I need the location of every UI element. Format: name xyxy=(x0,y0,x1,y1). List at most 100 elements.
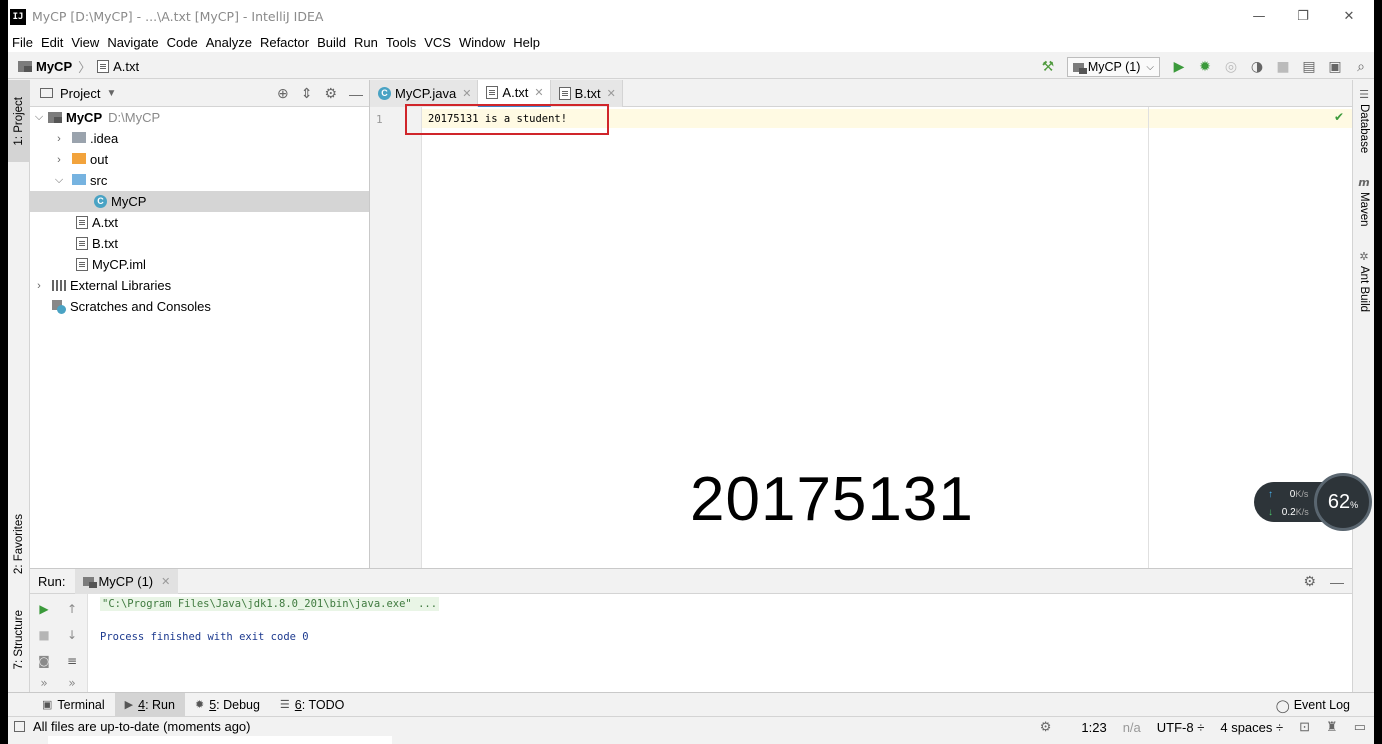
tool-window-toggle-icon[interactable] xyxy=(14,721,25,732)
search-icon[interactable]: ⌕ xyxy=(1348,59,1374,75)
database-tool-tab[interactable]: ☰ Database xyxy=(1353,88,1374,153)
structure-tool-tab[interactable]: 7: Structure xyxy=(8,598,30,682)
close-tab-icon[interactable]: ✕ xyxy=(607,87,616,100)
tab-b-txt[interactable]: B.txt ✕ xyxy=(550,80,623,107)
menu-vcs[interactable]: VCS xyxy=(420,35,455,50)
event-log-tab[interactable]: ◯ Event Log xyxy=(1276,693,1350,717)
locate-icon[interactable]: ⊕ xyxy=(277,85,289,102)
chevron-down-icon: ⌵ xyxy=(1146,61,1154,73)
hide-panel-icon[interactable]: — xyxy=(349,86,363,102)
console-output[interactable]: "C:\Program Files\Java\jdk1.8.0_201\bin\… xyxy=(100,597,440,643)
menu-view[interactable]: View xyxy=(67,35,103,50)
tree-item-label: MyCP xyxy=(111,194,147,209)
close-tab-icon[interactable]: ✕ xyxy=(534,86,543,99)
settings-gear-icon[interactable]: ⚙ xyxy=(1303,573,1316,590)
collapsed-arrow-icon[interactable]: › xyxy=(32,280,46,292)
ant-build-tool-tab[interactable]: ✲ Ant Build xyxy=(1353,250,1374,312)
hide-panel-icon[interactable]: — xyxy=(1330,574,1344,590)
collapsed-arrow-icon[interactable]: › xyxy=(52,133,66,145)
iml-file-icon xyxy=(76,258,88,271)
layout-icon[interactable]: ▣ xyxy=(1322,59,1348,75)
close-tab-icon[interactable]: ✕ xyxy=(161,575,170,588)
tab-mycp-java[interactable]: C MyCP.java ✕ xyxy=(370,80,479,107)
debug-tool-tab[interactable]: ✹ 5: Debug xyxy=(185,693,270,716)
tree-item-idea[interactable]: › .idea xyxy=(30,128,369,149)
tab-a-txt[interactable]: A.txt ✕ xyxy=(478,80,551,107)
run-panel-header: Run: MyCP (1) ✕ ⚙ — xyxy=(30,568,1352,594)
notifications-icon[interactable]: ▭ xyxy=(1354,719,1366,735)
menu-help[interactable]: Help xyxy=(509,35,544,50)
stop-icon[interactable]: ■ xyxy=(36,628,52,642)
inspector-hat-icon[interactable]: ♜ xyxy=(1326,719,1338,735)
menu-refactor[interactable]: Refactor xyxy=(256,35,313,50)
tree-item-a-txt[interactable]: A.txt xyxy=(30,212,369,233)
menu-navigate[interactable]: Navigate xyxy=(103,35,162,50)
project-tool-tab[interactable]: 1: Project xyxy=(8,80,30,162)
build-hammer-icon[interactable]: ⚒ xyxy=(1035,59,1061,75)
project-view-dropdown-icon[interactable]: ▼ xyxy=(106,88,116,99)
download-speed-unit: K/s xyxy=(1295,507,1309,517)
menu-tools[interactable]: Tools xyxy=(382,35,420,50)
run-tab-mycp[interactable]: MyCP (1) ✕ xyxy=(75,568,179,594)
tree-item-b-txt[interactable]: B.txt xyxy=(30,233,369,254)
todo-tool-tab[interactable]: ☰ 6: TODO xyxy=(270,693,354,716)
menu-file[interactable]: File xyxy=(8,35,37,50)
scroll-down-icon[interactable]: ↓ xyxy=(64,628,80,642)
expanded-arrow-icon[interactable]: ⌵ xyxy=(32,111,46,124)
close-button[interactable]: ✕ xyxy=(1326,0,1372,33)
collapsed-arrow-icon[interactable]: › xyxy=(52,154,66,166)
caret-position[interactable]: 1:23 xyxy=(1081,720,1106,735)
tree-item-mycp-class[interactable]: C MyCP xyxy=(30,191,369,212)
network-speed-widget[interactable]: ↑ 0K/s ↓ 0.2K/s 62% xyxy=(1254,473,1374,533)
stop-icon[interactable]: ■ xyxy=(1270,59,1296,75)
rerun-icon[interactable]: ▶ xyxy=(36,602,52,616)
maven-tool-tab[interactable]: m Maven xyxy=(1353,176,1374,227)
breadcrumb-project[interactable]: MyCP 〉 xyxy=(18,57,97,76)
tree-item-label: B.txt xyxy=(92,236,119,251)
menu-build[interactable]: Build xyxy=(313,35,350,50)
restore-button[interactable]: ❐ xyxy=(1280,0,1326,33)
menu-code[interactable]: Code xyxy=(163,35,202,50)
expanded-arrow-icon[interactable]: ⌵ xyxy=(52,174,66,187)
run-configuration-select[interactable]: MyCP (1) ⌵ xyxy=(1066,57,1160,77)
favorites-tool-tab[interactable]: 2: Favorites xyxy=(8,498,30,590)
project-panel-title[interactable]: Project xyxy=(60,86,100,101)
more-icon[interactable]: » xyxy=(64,676,80,690)
tree-item-iml[interactable]: MyCP.iml xyxy=(30,254,369,275)
status-message[interactable]: All files are up-to-date (moments ago) xyxy=(33,719,250,734)
menu-run[interactable]: Run xyxy=(350,35,382,50)
breadcrumb-file[interactable]: A.txt xyxy=(97,59,139,74)
maven-icon: m xyxy=(1358,176,1370,189)
git-branch-icon[interactable]: ⚙ xyxy=(1040,719,1052,735)
menu-window[interactable]: Window xyxy=(455,35,509,50)
run-tool-tab[interactable]: ▶ 4: Run xyxy=(114,693,185,716)
coverage-icon[interactable]: ◎ xyxy=(1218,59,1244,75)
file-encoding[interactable]: UTF-8 ÷ xyxy=(1157,720,1205,735)
settings-gear-icon[interactable]: ⚙ xyxy=(324,85,337,102)
more-icon[interactable]: » xyxy=(36,676,52,690)
tree-item-src[interactable]: ⌵ src xyxy=(30,170,369,191)
tree-item-external-libraries[interactable]: › External Libraries xyxy=(30,275,369,296)
debug-bug-icon[interactable]: ✹ xyxy=(1192,59,1218,75)
tree-item-root[interactable]: ⌵ MyCP D:\MyCP xyxy=(30,107,369,128)
project-structure-icon[interactable]: ▤ xyxy=(1296,59,1322,75)
breadcrumb-file-label: A.txt xyxy=(113,59,140,74)
camera-icon[interactable]: ◙ xyxy=(36,654,52,668)
folder-icon xyxy=(72,132,86,143)
collapse-all-icon[interactable]: ⇕ xyxy=(301,85,313,102)
inspection-ok-icon[interactable]: ✔ xyxy=(1334,110,1344,124)
menu-analyze[interactable]: Analyze xyxy=(202,35,256,50)
profile-icon[interactable]: ◑ xyxy=(1244,59,1270,75)
overlay-number-text: 20175131 xyxy=(690,465,974,534)
lock-icon[interactable]: ⊡ xyxy=(1299,719,1310,735)
terminal-tab[interactable]: ▣ Terminal xyxy=(32,693,115,716)
indent-setting[interactable]: 4 spaces ÷ xyxy=(1220,720,1283,735)
close-tab-icon[interactable]: ✕ xyxy=(462,87,471,100)
soft-wrap-icon[interactable]: ≡ xyxy=(64,654,80,668)
scroll-up-icon[interactable]: ↑ xyxy=(64,602,80,616)
minimize-button[interactable]: — xyxy=(1236,0,1282,33)
menu-edit[interactable]: Edit xyxy=(37,35,67,50)
tree-item-scratches[interactable]: Scratches and Consoles xyxy=(30,296,369,317)
tree-item-out[interactable]: › out xyxy=(30,149,369,170)
run-icon[interactable]: ▶ xyxy=(1166,59,1192,75)
